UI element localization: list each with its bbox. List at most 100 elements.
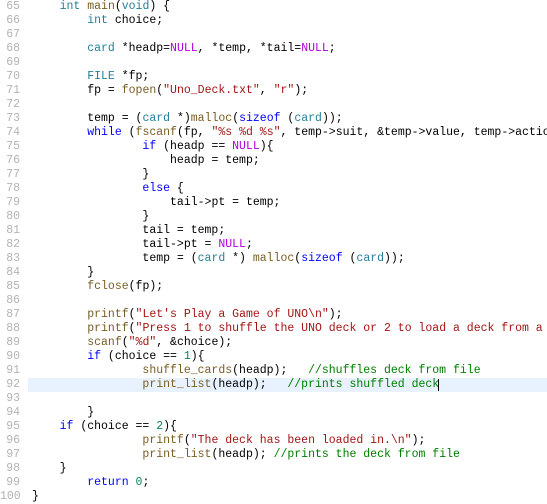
token-ty: void [122,0,150,13]
code-line[interactable]: temp = (card *)malloc(sizeof (card)); [28,112,547,126]
token-fn: fscanf [136,126,177,139]
token-id: ){ [260,140,274,153]
token-id: *fp; [115,70,150,83]
code-line[interactable]: scanf("%d", &choice); [28,336,547,350]
code-line[interactable]: } [28,406,547,420]
line-number-gutter: 6566676869707172737475767778798081828384… [0,0,28,504]
token-id: (headp); [211,448,273,461]
code-line[interactable]: } [28,168,547,182]
token-ty: FILE [87,70,115,83]
code-line[interactable]: } [28,210,547,224]
token-id: *headp= [115,42,170,55]
line-number: 76 [0,154,20,168]
code-line[interactable] [28,98,547,112]
token-id: *) [225,252,253,265]
token-kw: return [87,476,128,489]
token-id: temp = ( [87,112,142,125]
line-number: 86 [0,294,20,308]
token-st: "Uno_Deck.txt" [163,84,260,97]
token-id: } [142,210,149,223]
token-cm: //shuffles deck from file [308,364,481,377]
token-fn: printf [87,308,128,321]
token-ty: card [294,112,322,125]
text-cursor [438,379,439,391]
code-line[interactable]: tail->pt = NULL; [28,238,547,252]
line-number: 98 [0,462,20,476]
code-line[interactable] [28,56,547,70]
token-op: ); [412,434,426,447]
code-line[interactable]: fp = fopen("Uno_Deck.txt", "r"); [28,84,547,98]
code-line[interactable]: print_list(headp); //prints the deck fro… [28,448,547,462]
code-line[interactable]: headp = temp; [28,154,547,168]
code-editor-area[interactable]: int main(void) { int choice; card *headp… [28,0,547,504]
code-line[interactable]: return 0; [28,476,547,490]
code-line[interactable]: print_list(headp); //prints shuffled dec… [28,378,547,392]
code-line[interactable]: fclose(fp); [28,280,547,294]
line-number: 95 [0,420,20,434]
token-op: ( [184,434,191,447]
token-op: ); [294,84,308,97]
code-line[interactable]: printf("The deck has been loaded in.\n")… [28,434,547,448]
code-line[interactable]: FILE *fp; [28,70,547,84]
token-mc: NULL [232,140,260,153]
token-fn: fopen [122,84,157,97]
token-id: ; [142,476,149,489]
token-mc: NULL [218,238,246,251]
code-line[interactable]: else { [28,182,547,196]
code-line[interactable] [28,28,547,42]
code-line[interactable]: if (headp == NULL){ [28,140,547,154]
token-ty: int [87,14,108,27]
code-line[interactable]: if (choice == 1){ [28,350,547,364]
token-id: (headp); [211,378,287,391]
line-number: 90 [0,350,20,364]
token-st: "Press 1 to shuffle the UNO deck or 2 to… [136,322,547,335]
token-id: , *temp, *tail= [198,42,302,55]
token-fn: print_list [142,448,211,461]
line-number: 81 [0,224,20,238]
code-line[interactable]: int choice; [28,14,547,28]
token-fn: shuffle_cards [142,364,232,377]
token-op: , [260,84,274,97]
code-line[interactable]: int main(void) { [28,0,547,14]
line-number: 91 [0,364,20,378]
token-id: } [142,168,149,181]
code-line[interactable] [28,294,547,308]
token-fn: malloc [253,252,294,265]
token-fn: printf [142,434,183,447]
token-mc: NULL [170,42,198,55]
line-number: 99 [0,476,20,490]
code-line[interactable]: } [28,266,547,280]
line-number: 71 [0,84,20,98]
code-line[interactable]: printf("Press 1 to shuffle the UNO deck … [28,322,547,336]
code-line[interactable]: if (choice == 2){ [28,420,547,434]
token-op: ( [122,336,129,349]
line-number: 68 [0,42,20,56]
token-st: "The deck has been loaded in.\n" [191,434,412,447]
line-number: 100 [0,490,20,504]
token-id: *) [170,112,191,125]
token-op: ); [329,308,343,321]
token-id: (fp); [129,280,164,293]
token-id [129,476,136,489]
code-line[interactable]: tail = temp; [28,224,547,238]
token-ty: int [60,0,81,13]
code-line[interactable]: shuffle_cards(headp); //shuffles deck fr… [28,364,547,378]
token-id: ; [329,42,336,55]
code-line[interactable]: card *headp=NULL, *temp, *tail=NULL; [28,42,547,56]
line-number: 85 [0,280,20,294]
token-ty: card [356,252,384,265]
token-id: (fp, [177,126,212,139]
token-id: (headp == [156,140,232,153]
code-line[interactable]: while (fscanf(fp, "%s %d %s", temp->suit… [28,126,547,140]
code-line[interactable]: temp = (card *) malloc(sizeof (card)); [28,252,547,266]
code-line[interactable]: } [28,462,547,476]
code-line[interactable]: tail->pt = temp; [28,196,547,210]
code-line[interactable]: printf("Let's Play a Game of UNO\n"); [28,308,547,322]
code-line[interactable]: } [28,490,547,504]
code-line[interactable] [28,392,547,406]
line-number: 69 [0,56,20,70]
token-id: headp = temp; [170,154,260,167]
line-number: 96 [0,434,20,448]
token-op: , &choice); [156,336,232,349]
token-kw: sizeof [301,252,342,265]
